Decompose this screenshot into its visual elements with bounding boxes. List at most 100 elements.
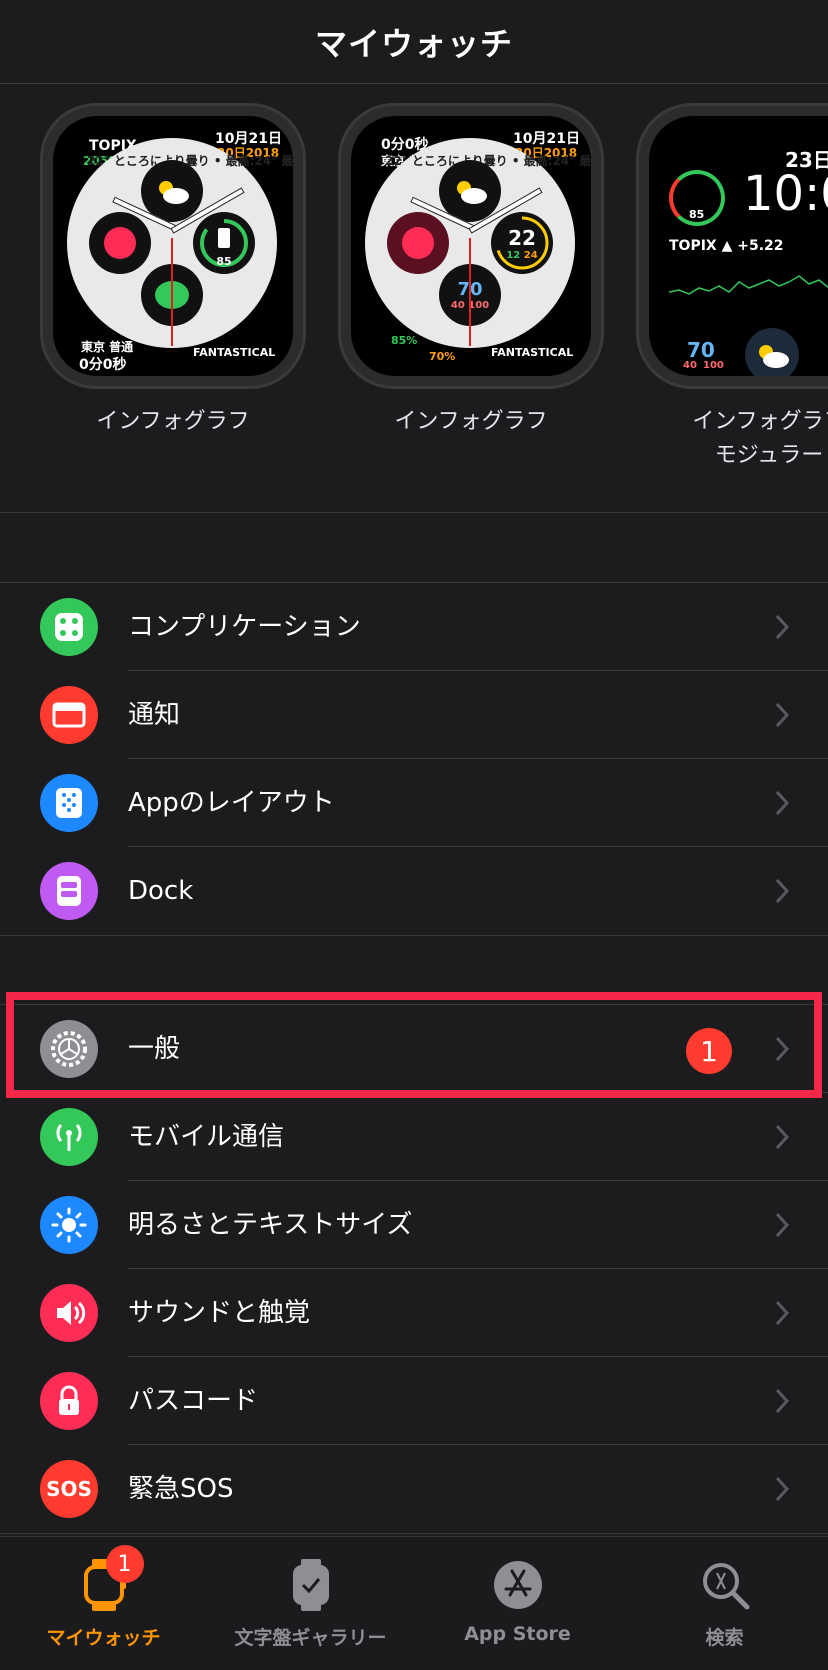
battery-value: 85: [689, 208, 705, 221]
watch-face-label: インフォグラフ モジュラー: [692, 409, 828, 468]
update-badge: 1: [686, 1028, 732, 1074]
aqi-low: 40: [450, 300, 465, 311]
row-label: Appのレイアウト: [128, 788, 335, 818]
watch-face-frame: 0分0秒 東京 普通 平成30日2018 10月21日 22° ところにより曇り…: [338, 103, 604, 389]
watch-face-infograph-modular[interactable]: 23日 10:0 85 TOPIX ▲ +5.22 70 40 100 インフォ…: [636, 103, 828, 473]
face-text: 10月21日: [215, 131, 282, 147]
row-label: コンプリケーション: [128, 612, 361, 642]
complications-icon: [40, 598, 98, 656]
row-notifications[interactable]: 通知: [0, 671, 828, 759]
page-title: マイウォッチ: [314, 24, 513, 63]
chevron-right-icon: [775, 1212, 790, 1238]
tab-label: App Store: [464, 1623, 571, 1645]
watch-face-label: インフォグラフ: [394, 409, 548, 434]
watch-face-frame: TOPIX 2050.33 +5.22 平成30日2018 10月21日 22°…: [40, 103, 306, 389]
face-time: 10:0: [743, 166, 828, 222]
row-label: パスコード: [128, 1386, 259, 1416]
face-text: 10月21日: [513, 131, 580, 147]
chevron-right-icon: [775, 1388, 790, 1414]
activity-complication-icon: [89, 212, 151, 274]
aqi-low: 40: [683, 360, 697, 371]
cellular-icon: [40, 1108, 98, 1166]
row-label: サウンドと触覚: [128, 1298, 311, 1328]
tab-badge: 1: [105, 1545, 144, 1583]
row-label: 一般: [128, 1034, 181, 1064]
second-hand: [171, 238, 173, 346]
row-label: Dock: [128, 876, 194, 906]
second-hand: [469, 238, 471, 346]
chevron-right-icon: [775, 878, 790, 904]
nav-bar: マイウォッチ: [0, 0, 828, 84]
face-text: 東京 普通: [81, 340, 134, 354]
tab-face-gallery[interactable]: 文字盤ギャラリー: [207, 1547, 414, 1657]
row-label: モバイル通信: [128, 1122, 285, 1152]
row-label: 明るさとテキストサイズ: [128, 1210, 413, 1240]
stock-chart-icon: [669, 275, 828, 295]
row-app-layout[interactable]: Appのレイアウト: [0, 759, 828, 847]
app-store-icon: [490, 1557, 546, 1613]
dock-icon: [40, 862, 98, 920]
watch-face-screen: TOPIX 2050.33 +5.22 平成30日2018 10月21日 22°…: [53, 116, 293, 376]
watch-dial: 22° ところにより曇り • 最高:24° 最低: 85: [67, 138, 293, 348]
weather-complication-icon: [745, 328, 799, 376]
aqi-high: 100: [468, 300, 490, 311]
row-cellular[interactable]: モバイル通信: [0, 1093, 828, 1181]
tab-bar: 1 マイウォッチ 文字盤ギャラリー App Store 検索: [0, 1536, 828, 1670]
settings-group-2: 一般 1 モバイル通信 明るさとテキストサイズ サウンドと触覚 パスコード SO…: [0, 1004, 828, 1534]
temperature-complication-icon: 22 12 24: [491, 212, 553, 274]
tab-app-store[interactable]: App Store: [414, 1547, 621, 1657]
row-sounds[interactable]: サウンドと触覚: [0, 1269, 828, 1357]
tab-label: 文字盤ギャラリー: [234, 1627, 387, 1649]
gear-icon: [40, 1020, 98, 1078]
chevron-right-icon: [775, 1476, 790, 1502]
watch-icon: 1: [76, 1545, 144, 1613]
watch-face-infograph-1[interactable]: TOPIX 2050.33 +5.22 平成30日2018 10月21日 22°…: [40, 103, 306, 439]
face-text: 85%: [391, 334, 418, 347]
brightness-icon: [40, 1196, 98, 1254]
row-emergency-sos[interactable]: SOS 緊急SOS: [0, 1445, 828, 1533]
app-layout-icon: [40, 774, 98, 832]
battery-complication-icon: 85: [193, 212, 255, 274]
row-label: 通知: [128, 700, 181, 730]
row-label: 緊急SOS: [128, 1474, 234, 1504]
tab-search[interactable]: 検索: [621, 1547, 828, 1657]
aqi-high: 100: [703, 360, 724, 371]
row-complications[interactable]: コンプリケーション: [0, 583, 828, 671]
watch-face-frame: 23日 10:0 85 TOPIX ▲ +5.22 70 40 100: [636, 103, 828, 389]
watch-dial: 22° ところにより曇り • 最高:24° 最低: 22 12 24 40 10…: [365, 138, 591, 348]
watch-face-label: インフォグラフ: [96, 409, 250, 434]
tab-my-watch[interactable]: 1 マイウォッチ: [0, 1545, 207, 1657]
activity-complication-icon: [387, 212, 449, 274]
aqi-value: 70: [687, 338, 715, 362]
lock-icon: [40, 1372, 98, 1430]
face-text: 70%: [429, 350, 456, 363]
row-brightness[interactable]: 明るさとテキストサイズ: [0, 1181, 828, 1269]
row-general[interactable]: 一般 1: [0, 1005, 828, 1093]
sound-icon: [40, 1284, 98, 1342]
settings-group-1: コンプリケーション 通知 Appのレイアウト Dock: [0, 582, 828, 936]
search-icon: [697, 1557, 753, 1613]
face-text: 0分0秒: [79, 357, 127, 373]
sos-icon-text: SOS: [46, 1477, 92, 1501]
battery-value: 85: [216, 255, 232, 268]
chevron-right-icon: [775, 1124, 790, 1150]
chevron-right-icon: [775, 790, 790, 816]
sos-icon: SOS: [40, 1460, 98, 1518]
watch-faces-carousel[interactable]: TOPIX 2050.33 +5.22 平成30日2018 10月21日 22°…: [0, 85, 828, 513]
row-passcode[interactable]: パスコード: [0, 1357, 828, 1445]
chevron-right-icon: [775, 1300, 790, 1326]
watch-face-infograph-2[interactable]: 0分0秒 東京 普通 平成30日2018 10月21日 22° ところにより曇り…: [338, 103, 604, 439]
tab-label: 検索: [705, 1627, 744, 1649]
face-text: FANTASTICAL: [491, 346, 574, 359]
notifications-icon: [40, 686, 98, 744]
face-gallery-icon: [283, 1557, 339, 1613]
chevron-right-icon: [775, 1036, 790, 1062]
chevron-right-icon: [775, 614, 790, 640]
chevron-right-icon: [775, 702, 790, 728]
face-text: TOPIX ▲ +5.22: [669, 238, 784, 254]
row-dock[interactable]: Dock: [0, 847, 828, 935]
watch-face-screen: 23日 10:0 85 TOPIX ▲ +5.22 70 40 100: [649, 116, 828, 376]
watch-face-screen: 0分0秒 東京 普通 平成30日2018 10月21日 22° ところにより曇り…: [351, 116, 591, 376]
tab-label: マイウォッチ: [46, 1627, 161, 1649]
face-text: FANTASTICAL: [193, 346, 276, 359]
